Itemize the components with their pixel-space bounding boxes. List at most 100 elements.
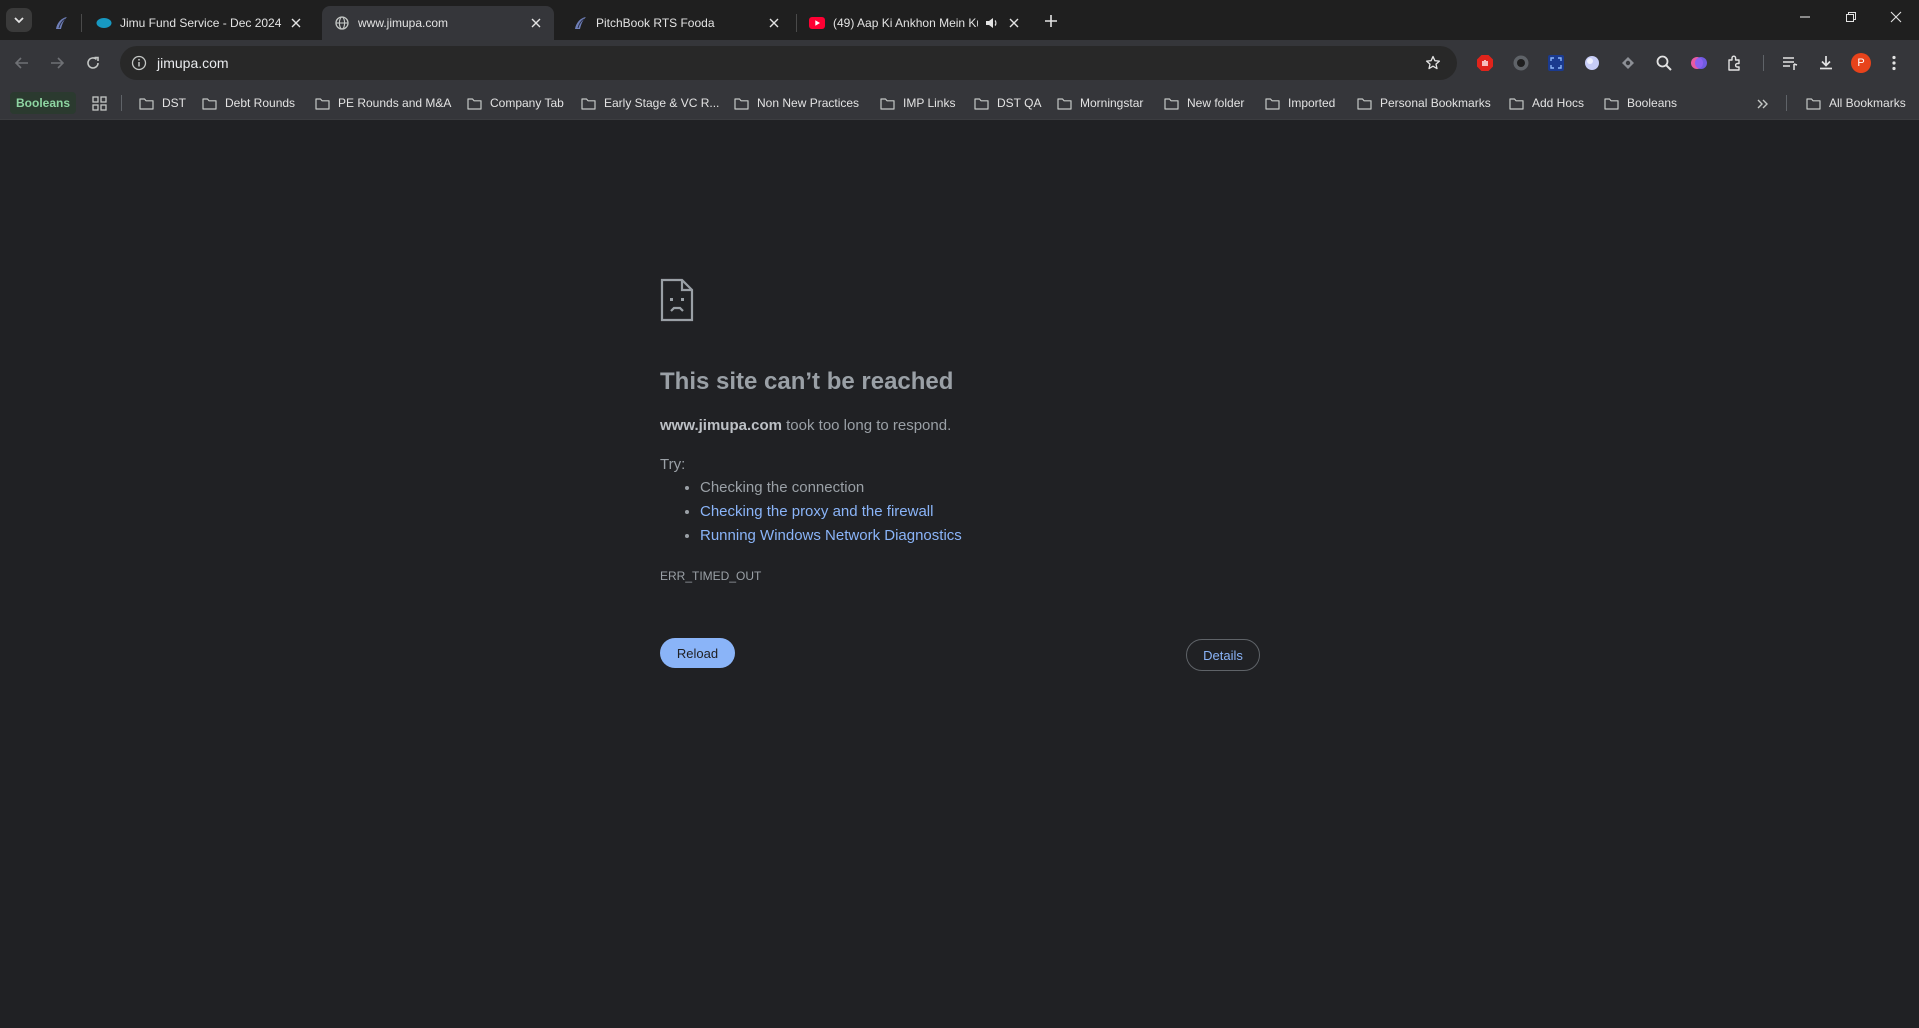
toolbar: jimupa.com P xyxy=(0,40,1919,86)
new-tab-button[interactable] xyxy=(1040,10,1062,32)
more-menu-icon[interactable] xyxy=(1883,52,1905,74)
reload-icon xyxy=(87,56,99,69)
reload-button[interactable] xyxy=(79,49,107,77)
bookmark-folder[interactable]: Morningstar xyxy=(1057,93,1143,113)
more-bookmarks-chevron-icon[interactable] xyxy=(1756,94,1770,114)
tab-pitchbook-pinned[interactable] xyxy=(44,6,78,40)
close-tab-icon[interactable] xyxy=(528,15,544,31)
suggestion-proxy-firewall: Checking the proxy and the firewall xyxy=(700,500,962,524)
orb-extension-icon[interactable] xyxy=(1581,52,1603,74)
screenshot-extension-icon[interactable] xyxy=(1545,52,1567,74)
folder-icon xyxy=(1509,95,1525,111)
color-extension-icon[interactable] xyxy=(1688,52,1710,74)
folder-icon xyxy=(1265,95,1281,111)
folder-icon xyxy=(315,95,331,111)
bookmark-label: Non New Practices xyxy=(757,96,860,110)
profile-avatar[interactable]: P xyxy=(1851,53,1871,73)
bookmark-folder[interactable]: Imported xyxy=(1265,93,1335,113)
error-title: This site can’t be reached xyxy=(660,368,954,395)
bookmark-folder[interactable]: Add Hocs xyxy=(1509,93,1584,113)
bookmark-folder[interactable]: DST QA xyxy=(974,93,1041,113)
puzzle-gear-extension-icon[interactable] xyxy=(1617,52,1639,74)
restore-button[interactable] xyxy=(1828,0,1874,34)
tab-jimu-fund-service[interactable]: Jimu Fund Service - Dec 2024 | xyxy=(84,6,314,40)
restore-icon xyxy=(1846,12,1856,22)
bookmarks-separator xyxy=(1786,95,1787,111)
bookmark-folder[interactable]: Early Stage & VC R... xyxy=(581,93,719,113)
extensions-puzzle-icon[interactable] xyxy=(1724,52,1746,74)
record-extension-icon[interactable] xyxy=(1510,52,1532,74)
bookmark-folder[interactable]: Booleans xyxy=(1604,93,1677,113)
folder-icon xyxy=(202,95,218,111)
salesforce-icon xyxy=(96,15,112,31)
close-window-button[interactable] xyxy=(1873,0,1919,34)
tab-title: (49) Aap Ki Ankhon Mein Ku xyxy=(833,16,978,30)
bookmark-star-icon[interactable] xyxy=(1423,53,1443,73)
network-diagnostics-link[interactable]: Running Windows Network Diagnostics xyxy=(700,527,962,544)
forward-button[interactable] xyxy=(43,49,71,77)
tab-separator xyxy=(81,14,82,32)
try-label: Try: xyxy=(660,456,686,473)
bookmark-folder[interactable]: Personal Bookmarks xyxy=(1357,93,1491,113)
tab-youtube[interactable]: (49) Aap Ki Ankhon Mein Ku xyxy=(797,6,1032,40)
bookmark-folder[interactable]: Non New Practices xyxy=(734,93,859,113)
bookmark-label: Personal Bookmarks xyxy=(1380,96,1491,110)
reload-page-button[interactable]: Reload xyxy=(660,638,735,668)
close-tab-icon[interactable] xyxy=(1006,15,1022,31)
details-button[interactable]: Details xyxy=(1186,639,1260,671)
arrow-right-icon xyxy=(51,57,65,69)
bookmark-folder[interactable]: Company Tab xyxy=(467,93,564,113)
close-icon xyxy=(1890,11,1902,23)
minimize-button[interactable] xyxy=(1782,0,1828,34)
all-bookmarks-folder[interactable]: All Bookmarks xyxy=(1806,93,1906,113)
tab-search-button[interactable] xyxy=(6,8,32,32)
download-icon[interactable] xyxy=(1815,52,1837,74)
folder-icon xyxy=(467,95,483,111)
proxy-firewall-link[interactable]: Checking the proxy and the firewall xyxy=(700,503,933,520)
apps-grid-icon[interactable] xyxy=(90,94,108,112)
bookmark-folder[interactable]: DST xyxy=(139,93,186,113)
error-description: www.jimupa.com took too long to respond. xyxy=(660,417,951,434)
tab-jimupa[interactable]: www.jimupa.com xyxy=(322,6,554,40)
zoom-extension-icon[interactable] xyxy=(1653,52,1675,74)
bookmark-label: Early Stage & VC R... xyxy=(604,96,720,110)
tab-title: Jimu Fund Service - Dec 2024 | xyxy=(120,16,282,30)
bookmark-label: DST xyxy=(162,96,186,110)
folder-icon xyxy=(1806,95,1822,111)
folder-icon xyxy=(880,95,896,111)
back-button[interactable] xyxy=(8,49,36,77)
bookmark-booleans-chip[interactable]: Booleans xyxy=(10,92,77,114)
bookmark-folder[interactable]: IMP Links xyxy=(880,93,955,113)
bookmark-label: New folder xyxy=(1187,96,1245,110)
globe-icon xyxy=(334,15,350,31)
audio-playing-icon[interactable] xyxy=(984,15,1000,31)
adblock-extension-icon[interactable] xyxy=(1474,52,1496,74)
youtube-icon xyxy=(809,15,825,31)
toolbar-separator xyxy=(1763,55,1764,71)
tab-pitchbook-rts[interactable]: PitchBook RTS Fooda xyxy=(560,6,792,40)
folder-icon xyxy=(974,95,990,111)
folder-icon xyxy=(1057,95,1073,111)
folder-icon xyxy=(1357,95,1373,111)
close-tab-icon[interactable] xyxy=(288,15,304,31)
bookmark-label: Add Hocs xyxy=(1532,96,1585,110)
bookmark-folder[interactable]: PE Rounds and M&A xyxy=(315,93,451,113)
chevron-down-icon xyxy=(14,17,24,24)
url-text[interactable]: jimupa.com xyxy=(157,55,229,71)
pitchbook-icon xyxy=(53,15,69,31)
close-tab-icon[interactable] xyxy=(766,15,782,31)
error-description-text: took too long to respond. xyxy=(781,417,952,434)
bookmarks-separator xyxy=(121,95,122,111)
address-bar[interactable]: jimupa.com xyxy=(120,46,1457,80)
bookmark-folder[interactable]: New folder xyxy=(1164,93,1244,113)
error-host: www.jimupa.com xyxy=(660,417,782,434)
bookmark-label: Morningstar xyxy=(1080,96,1144,110)
site-info-icon[interactable] xyxy=(130,54,148,72)
bookmark-folder[interactable]: Debt Rounds xyxy=(202,93,295,113)
bookmark-label: Company Tab xyxy=(490,96,564,110)
media-controls-icon[interactable] xyxy=(1779,52,1801,74)
error-code: ERR_TIMED_OUT xyxy=(660,569,762,583)
bookmark-label: Imported xyxy=(1288,96,1336,110)
bookmarks-bar: Booleans DST Debt Rounds PE Rounds and M&A… xyxy=(0,86,1919,120)
suggestion-network-diagnostics: Running Windows Network Diagnostics xyxy=(700,524,962,548)
